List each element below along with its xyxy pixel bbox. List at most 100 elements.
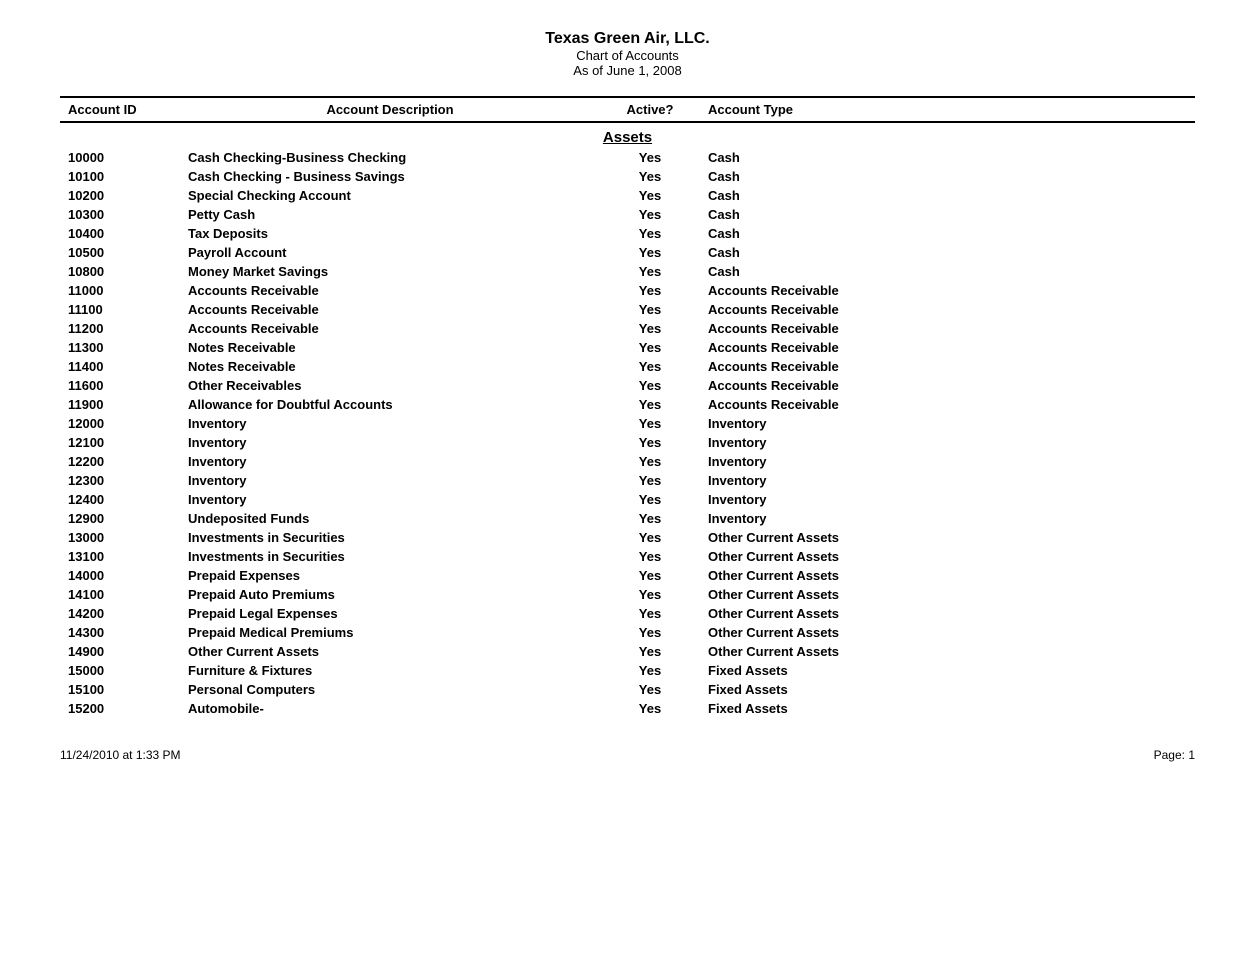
account-description: Tax Deposits — [180, 224, 600, 243]
table-row: 11900Allowance for Doubtful AccountsYesA… — [60, 395, 1195, 414]
table-row: 15200Automobile-YesFixed Assets — [60, 699, 1195, 718]
account-active: Yes — [600, 376, 700, 395]
account-type: Cash — [700, 224, 1195, 243]
account-active: Yes — [600, 167, 700, 186]
table-row: 11400Notes ReceivableYesAccounts Receiva… — [60, 357, 1195, 376]
table-row: 15100Personal ComputersYesFixed Assets — [60, 680, 1195, 699]
account-id: 10300 — [60, 205, 180, 224]
account-active: Yes — [600, 547, 700, 566]
section-header-label: Assets — [60, 122, 1195, 148]
account-type: Accounts Receivable — [700, 395, 1195, 414]
account-description: Special Checking Account — [180, 186, 600, 205]
account-id: 12300 — [60, 471, 180, 490]
account-id: 10400 — [60, 224, 180, 243]
account-active: Yes — [600, 433, 700, 452]
account-id: 10000 — [60, 148, 180, 167]
account-active: Yes — [600, 186, 700, 205]
account-id: 14300 — [60, 623, 180, 642]
account-description: Prepaid Auto Premiums — [180, 585, 600, 604]
account-active: Yes — [600, 661, 700, 680]
account-active: Yes — [600, 509, 700, 528]
table-row: 10300Petty CashYesCash — [60, 205, 1195, 224]
account-active: Yes — [600, 148, 700, 167]
report-footer: 11/24/2010 at 1:33 PM Page: 1 — [60, 748, 1195, 762]
account-description: Personal Computers — [180, 680, 600, 699]
account-id: 11000 — [60, 281, 180, 300]
account-id: 14000 — [60, 566, 180, 585]
account-id: 11400 — [60, 357, 180, 376]
account-description: Money Market Savings — [180, 262, 600, 281]
account-id: 12200 — [60, 452, 180, 471]
account-type: Fixed Assets — [700, 699, 1195, 718]
account-id: 10800 — [60, 262, 180, 281]
report-header: Texas Green Air, LLC. Chart of Accounts … — [60, 30, 1195, 78]
account-description: Prepaid Expenses — [180, 566, 600, 585]
account-type: Cash — [700, 262, 1195, 281]
table-row: 12400InventoryYesInventory — [60, 490, 1195, 509]
account-type: Cash — [700, 243, 1195, 262]
account-type: Other Current Assets — [700, 642, 1195, 661]
account-description: Automobile- — [180, 699, 600, 718]
account-type: Accounts Receivable — [700, 357, 1195, 376]
account-id: 14900 — [60, 642, 180, 661]
account-active: Yes — [600, 566, 700, 585]
account-id: 13000 — [60, 528, 180, 547]
account-type: Cash — [700, 186, 1195, 205]
table-row: 12900Undeposited FundsYesInventory — [60, 509, 1195, 528]
account-id: 10100 — [60, 167, 180, 186]
account-type: Other Current Assets — [700, 566, 1195, 585]
account-description: Inventory — [180, 414, 600, 433]
account-type: Other Current Assets — [700, 623, 1195, 642]
account-active: Yes — [600, 414, 700, 433]
table-row: 14100Prepaid Auto PremiumsYesOther Curre… — [60, 585, 1195, 604]
table-row: 10800Money Market SavingsYesCash — [60, 262, 1195, 281]
account-description: Other Receivables — [180, 376, 600, 395]
account-type: Accounts Receivable — [700, 338, 1195, 357]
account-description: Prepaid Legal Expenses — [180, 604, 600, 623]
col-header-id: Account ID — [60, 97, 180, 122]
table-row: 10000Cash Checking-Business CheckingYesC… — [60, 148, 1195, 167]
account-description: Cash Checking-Business Checking — [180, 148, 600, 167]
table-row: 14000Prepaid ExpensesYesOther Current As… — [60, 566, 1195, 585]
account-id: 12900 — [60, 509, 180, 528]
account-type: Inventory — [700, 471, 1195, 490]
account-active: Yes — [600, 528, 700, 547]
account-id: 14100 — [60, 585, 180, 604]
account-active: Yes — [600, 262, 700, 281]
account-active: Yes — [600, 205, 700, 224]
accounts-table: Account ID Account Description Active? A… — [60, 96, 1195, 718]
account-description: Petty Cash — [180, 205, 600, 224]
company-name: Texas Green Air, LLC. — [60, 30, 1195, 48]
account-id: 15000 — [60, 661, 180, 680]
account-description: Accounts Receivable — [180, 319, 600, 338]
account-type: Inventory — [700, 490, 1195, 509]
account-description: Notes Receivable — [180, 357, 600, 376]
account-active: Yes — [600, 471, 700, 490]
account-active: Yes — [600, 699, 700, 718]
account-description: Payroll Account — [180, 243, 600, 262]
account-type: Other Current Assets — [700, 528, 1195, 547]
account-active: Yes — [600, 281, 700, 300]
account-type: Cash — [700, 205, 1195, 224]
report-date: As of June 1, 2008 — [60, 63, 1195, 78]
account-type: Fixed Assets — [700, 661, 1195, 680]
account-type: Inventory — [700, 452, 1195, 471]
table-row: 10100Cash Checking - Business SavingsYes… — [60, 167, 1195, 186]
account-description: Allowance for Doubtful Accounts — [180, 395, 600, 414]
account-description: Investments in Securities — [180, 528, 600, 547]
account-active: Yes — [600, 224, 700, 243]
account-description: Inventory — [180, 490, 600, 509]
account-type: Inventory — [700, 433, 1195, 452]
account-active: Yes — [600, 680, 700, 699]
account-active: Yes — [600, 300, 700, 319]
table-row: 13100Investments in SecuritiesYesOther C… — [60, 547, 1195, 566]
account-description: Other Current Assets — [180, 642, 600, 661]
table-row: 11300Notes ReceivableYesAccounts Receiva… — [60, 338, 1195, 357]
account-id: 11300 — [60, 338, 180, 357]
table-row: 10500Payroll AccountYesCash — [60, 243, 1195, 262]
table-row: 15000Furniture & FixturesYesFixed Assets — [60, 661, 1195, 680]
account-description: Prepaid Medical Premiums — [180, 623, 600, 642]
account-type: Other Current Assets — [700, 547, 1195, 566]
table-row: 11200Accounts ReceivableYesAccounts Rece… — [60, 319, 1195, 338]
account-type: Other Current Assets — [700, 585, 1195, 604]
